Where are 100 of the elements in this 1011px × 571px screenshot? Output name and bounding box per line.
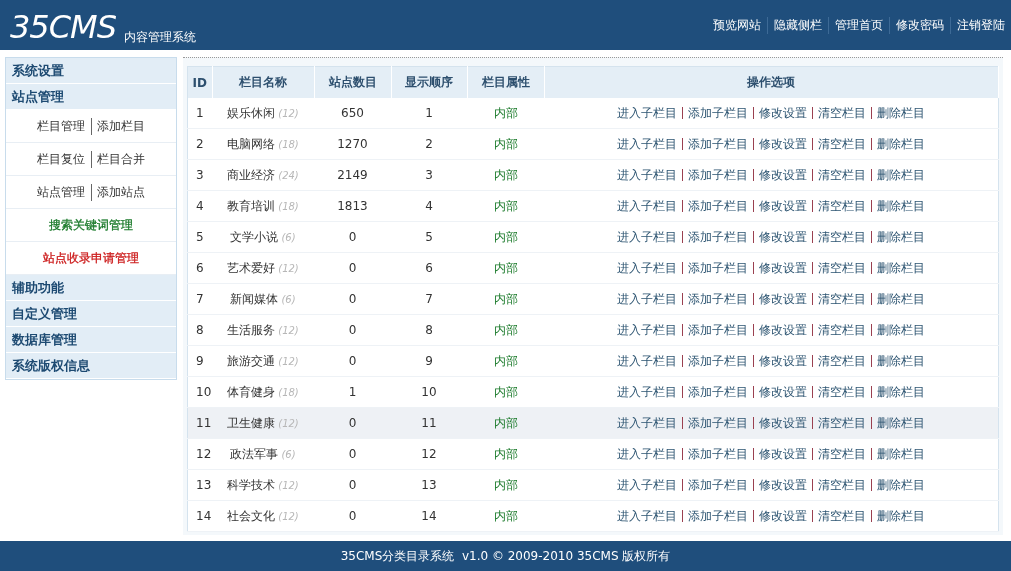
sidebar-section[interactable]: 系统设置 [6,58,176,84]
sidebar-section[interactable]: 系统版权信息 [6,353,176,379]
action-link[interactable]: 修改设置 [753,324,812,336]
action-link[interactable]: 修改设置 [753,262,812,274]
table-row[interactable]: 12 政法军事 (6) 0 12 内部 进入子栏目 添加子栏目 修改设置 清空栏目 删除栏目 [187,438,999,470]
table-row[interactable]: 6 艺术爱好 (12) 0 6 内部 进入子栏目 添加子栏目 修改设置 清空栏目 删除栏目 [187,252,999,284]
action-link[interactable]: 进入子栏目 [612,510,682,522]
action-link[interactable]: 清空栏目 [812,107,871,119]
nav-link[interactable]: 预览网站 [707,17,767,34]
table-row[interactable]: 3 商业经济 (24) 2149 3 内部 进入子栏目 添加子栏目 修改设置 清空栏目 删除栏目 [187,159,999,191]
action-link[interactable]: 删除栏目 [871,293,930,305]
action-link[interactable]: 添加子栏目 [682,448,753,460]
action-link[interactable]: 修改设置 [753,293,812,305]
action-link[interactable]: 添加子栏目 [682,510,753,522]
action-link[interactable]: 修改设置 [753,386,812,398]
action-link[interactable]: 添加子栏目 [682,355,753,367]
action-link[interactable]: 修改设置 [753,107,812,119]
action-link[interactable]: 进入子栏目 [612,169,682,181]
sidebar-section[interactable]: 辅助功能 [6,275,176,301]
action-link[interactable]: 添加子栏目 [682,138,753,150]
action-link[interactable]: 删除栏目 [871,231,930,243]
table-row[interactable]: 14 社会文化 (12) 0 14 内部 进入子栏目 添加子栏目 修改设置 清空栏目 删除栏目 [187,500,999,532]
action-link[interactable]: 清空栏目 [812,138,871,150]
action-link[interactable]: 修改设置 [753,169,812,181]
action-link[interactable]: 修改设置 [753,231,812,243]
action-link[interactable]: 进入子栏目 [612,293,682,305]
action-link[interactable]: 添加子栏目 [682,479,753,491]
action-link[interactable]: 进入子栏目 [612,417,682,429]
action-link[interactable]: 删除栏目 [871,510,930,522]
action-link[interactable]: 进入子栏目 [612,200,682,212]
action-link[interactable]: 添加子栏目 [682,324,753,336]
table-row[interactable]: 13 科学技术 (12) 0 13 内部 进入子栏目 添加子栏目 修改设置 清空栏目 删除栏目 [187,469,999,501]
action-link[interactable]: 删除栏目 [871,169,930,181]
action-link[interactable]: 修改设置 [753,510,812,522]
action-link[interactable]: 删除栏目 [871,138,930,150]
action-link[interactable]: 清空栏目 [812,386,871,398]
action-link[interactable]: 清空栏目 [812,231,871,243]
action-link[interactable]: 添加子栏目 [682,386,753,398]
action-link[interactable]: 删除栏目 [871,262,930,274]
action-link[interactable]: 进入子栏目 [612,138,682,150]
nav-link[interactable]: 注销登陆 [950,17,1011,34]
action-link[interactable]: 修改设置 [753,138,812,150]
action-link[interactable]: 清空栏目 [812,479,871,491]
action-link[interactable]: 删除栏目 [871,200,930,212]
action-link[interactable]: 添加子栏目 [682,417,753,429]
sidebar-section[interactable]: 自定义管理 [6,301,176,327]
table-row[interactable]: 8 生活服务 (12) 0 8 内部 进入子栏目 添加子栏目 修改设置 清空栏目 删除栏目 [187,314,999,346]
action-link[interactable]: 修改设置 [753,479,812,491]
sidebar-link[interactable]: 栏目合并 [91,150,151,168]
table-row[interactable]: 9 旅游交通 (12) 0 9 内部 进入子栏目 添加子栏目 修改设置 清空栏目 删除栏目 [187,345,999,377]
table-row[interactable]: 4 教育培训 (18) 1813 4 内部 进入子栏目 添加子栏目 修改设置 清空栏目 删除栏目 [187,190,999,222]
sidebar-link[interactable]: 添加站点 [91,183,151,201]
action-link[interactable]: 删除栏目 [871,107,930,119]
nav-link[interactable]: 修改密码 [889,17,950,34]
action-link[interactable]: 清空栏目 [812,293,871,305]
table-row[interactable]: 1 娱乐休闲 (12) 650 1 内部 进入子栏目 添加子栏目 修改设置 清空栏目 删除栏目 [187,98,999,129]
table-row[interactable]: 11 卫生健康 (12) 0 11 内部 进入子栏目 添加子栏目 修改设置 清空栏目 删除栏目 [187,407,999,439]
action-link[interactable]: 清空栏目 [812,200,871,212]
action-link[interactable]: 清空栏目 [812,169,871,181]
action-link[interactable]: 进入子栏目 [612,355,682,367]
action-link[interactable]: 修改设置 [753,355,812,367]
action-link[interactable]: 添加子栏目 [682,262,753,274]
table-row[interactable]: 7 新闻媒体 (6) 0 7 内部 进入子栏目 添加子栏目 修改设置 清空栏目 删除栏目 [187,283,999,315]
action-link[interactable]: 删除栏目 [871,386,930,398]
action-link[interactable]: 进入子栏目 [612,231,682,243]
action-link[interactable]: 删除栏目 [871,479,930,491]
action-link[interactable]: 添加子栏目 [682,293,753,305]
action-link[interactable]: 清空栏目 [812,324,871,336]
sidebar-link[interactable]: 栏目管理 [31,117,91,135]
action-link[interactable]: 添加子栏目 [682,231,753,243]
action-link[interactable]: 进入子栏目 [612,107,682,119]
action-link[interactable]: 进入子栏目 [612,479,682,491]
table-row[interactable]: 10 体育健身 (18) 1 10 内部 进入子栏目 添加子栏目 修改设置 清空栏目 删除栏目 [187,376,999,408]
action-link[interactable]: 修改设置 [753,448,812,460]
action-link[interactable]: 删除栏目 [871,355,930,367]
action-link[interactable]: 修改设置 [753,417,812,429]
action-link[interactable]: 清空栏目 [812,510,871,522]
sidebar-link[interactable]: 添加栏目 [91,117,151,135]
action-link[interactable]: 进入子栏目 [612,448,682,460]
sidebar-link[interactable]: 站点收录申请管理 [37,249,145,267]
action-link[interactable]: 清空栏目 [812,262,871,274]
sidebar-section[interactable]: 站点管理 [6,84,176,110]
action-link[interactable]: 删除栏目 [871,417,930,429]
sidebar-link[interactable]: 栏目复位 [31,150,91,168]
action-link[interactable]: 删除栏目 [871,324,930,336]
action-link[interactable]: 清空栏目 [812,417,871,429]
action-link[interactable]: 添加子栏目 [682,107,753,119]
action-link[interactable]: 进入子栏目 [612,324,682,336]
nav-link[interactable]: 管理首页 [828,17,889,34]
action-link[interactable]: 修改设置 [753,200,812,212]
nav-link[interactable]: 隐藏侧栏 [767,17,828,34]
table-row[interactable]: 5 文学小说 (6) 0 5 内部 进入子栏目 添加子栏目 修改设置 清空栏目 删除栏目 [187,221,999,253]
action-link[interactable]: 清空栏目 [812,355,871,367]
action-link[interactable]: 进入子栏目 [612,262,682,274]
sidebar-section[interactable]: 数据库管理 [6,327,176,353]
action-link[interactable]: 进入子栏目 [612,386,682,398]
sidebar-link[interactable]: 搜索关键词管理 [43,216,139,234]
table-row[interactable]: 2 电脑网络 (18) 1270 2 内部 进入子栏目 添加子栏目 修改设置 清空栏目 删除栏目 [187,128,999,160]
sidebar-link[interactable]: 站点管理 [31,183,91,201]
action-link[interactable]: 添加子栏目 [682,200,753,212]
